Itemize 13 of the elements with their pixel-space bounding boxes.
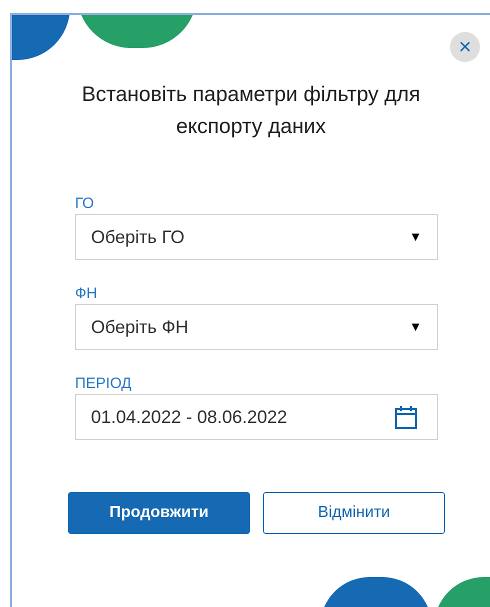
field-label: ГО <box>75 194 94 214</box>
continue-button[interactable]: Продовжити <box>68 492 250 534</box>
caret-icon: ▼ <box>409 227 422 247</box>
close-button[interactable]: × <box>450 32 480 62</box>
caret-icon: ▼ <box>409 317 422 337</box>
date-range-field[interactable]: 01.04.2022 - 08.06.2022 <box>75 394 438 440</box>
dialog-title: Встановіть параметри фільтру для експорту даних <box>80 82 422 140</box>
calendar-icon <box>395 405 417 429</box>
select-field[interactable]: Оберіть ГО ▼ <box>75 214 438 260</box>
field-label: ПЕРІОД <box>75 374 132 394</box>
cancel-button[interactable]: Відмінити <box>263 492 445 534</box>
select-field[interactable]: Оберіть ФН ▼ <box>75 304 438 350</box>
field-label: ФН <box>75 284 98 304</box>
